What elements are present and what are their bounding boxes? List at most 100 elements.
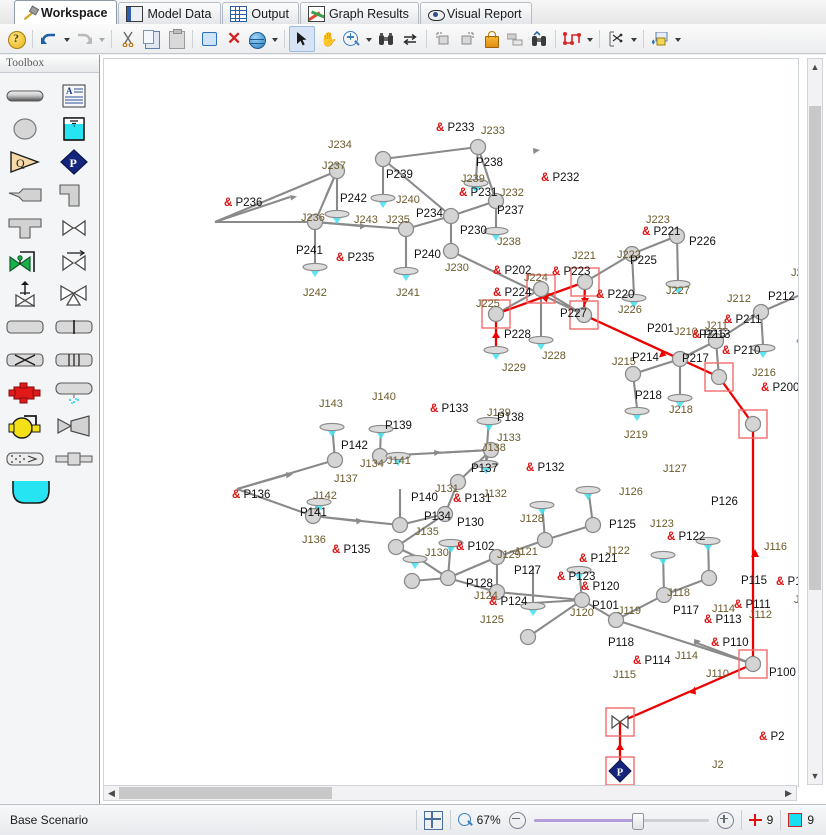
- warning-ampersand-icon: &: [453, 493, 465, 505]
- distribute-dropdown[interactable]: [628, 27, 639, 51]
- horizontal-scrollbar[interactable]: ◀ ▶: [103, 785, 797, 801]
- swap-arrows-icon: [403, 33, 417, 45]
- label-text: P231: [470, 187, 498, 199]
- nozzle-tool[interactable]: [53, 412, 95, 440]
- screen-tool[interactable]: [4, 445, 46, 473]
- zoom-slider[interactable]: [533, 812, 709, 830]
- global-edit-button[interactable]: [245, 27, 269, 51]
- zoom-dropdown[interactable]: [363, 27, 374, 51]
- zoom-in-button[interactable]: [716, 811, 734, 829]
- annotation-dropdown[interactable]: [672, 27, 683, 51]
- reducer-tool[interactable]: [4, 181, 46, 209]
- pipe-label: P234: [416, 208, 443, 220]
- warning-ampersand-icon: &: [722, 345, 734, 357]
- polyline-dropdown[interactable]: [584, 27, 595, 51]
- annotation-button[interactable]: [648, 27, 672, 51]
- assigned-flow-tool[interactable]: Q: [4, 148, 46, 176]
- node-label: J120: [570, 607, 594, 619]
- tab-graph-results[interactable]: Graph Results: [299, 2, 419, 24]
- undo-dropdown[interactable]: [61, 27, 72, 51]
- align-right-button[interactable]: [455, 27, 479, 51]
- bend-tool[interactable]: [53, 181, 95, 209]
- annotation-tool[interactable]: A: [53, 82, 95, 110]
- centrifugal-pump-tool[interactable]: [4, 412, 46, 440]
- paste-button[interactable]: [164, 27, 188, 51]
- copy-button[interactable]: [140, 27, 164, 51]
- reverse-direction-button[interactable]: [398, 27, 422, 51]
- tab-visual-report[interactable]: Visual Report: [419, 2, 532, 24]
- group-find-button[interactable]: [527, 27, 551, 51]
- branch-junction-tool[interactable]: [4, 115, 46, 143]
- pan-tool[interactable]: ✋: [315, 27, 339, 51]
- pipe-label: P139: [385, 420, 412, 432]
- vertical-scrollbar[interactable]: ▲ ▼: [807, 58, 823, 785]
- scroll-down-arrow[interactable]: ▼: [808, 768, 822, 784]
- warning-ampersand-icon: &: [332, 544, 344, 556]
- node-label: J238: [497, 236, 521, 248]
- global-edit-dropdown[interactable]: [269, 27, 280, 51]
- pipe-label: & P102: [456, 541, 494, 553]
- reservoir-tool[interactable]: [10, 478, 52, 506]
- reducer-icon: [8, 187, 42, 202]
- node-label: J122: [606, 545, 630, 557]
- scroll-left-arrow[interactable]: ◀: [105, 786, 118, 800]
- fit-to-window-button[interactable]: [423, 810, 443, 830]
- polyline-button[interactable]: [560, 27, 584, 51]
- select-tool[interactable]: [289, 25, 315, 52]
- scroll-right-arrow[interactable]: ▶: [782, 786, 795, 800]
- general-component-tool[interactable]: [4, 313, 46, 341]
- zoom-out-button[interactable]: [508, 811, 526, 829]
- relief-valve-tool[interactable]: [4, 280, 46, 308]
- static-element-tool[interactable]: [53, 445, 95, 473]
- undo-button[interactable]: [37, 27, 61, 51]
- toolbox-row: A: [0, 79, 99, 112]
- node-label: J143: [319, 398, 343, 410]
- pump-tool[interactable]: [4, 379, 46, 407]
- redo-icon: [75, 33, 93, 45]
- control-valve-tool[interactable]: [4, 247, 46, 275]
- help-button[interactable]: [4, 27, 28, 51]
- align-left-icon: [436, 31, 450, 46]
- node-label: J239: [461, 173, 485, 185]
- toolbar-separator: [111, 29, 112, 48]
- zoom-slider-thumb[interactable]: [631, 813, 644, 830]
- lock-button[interactable]: [479, 27, 503, 51]
- warning-ampersand-icon: &: [633, 655, 645, 667]
- status-separator: [740, 810, 742, 830]
- tank-tool[interactable]: [53, 115, 95, 143]
- find-button[interactable]: [374, 27, 398, 51]
- venturi-tool[interactable]: [4, 346, 46, 374]
- tee-tool[interactable]: [4, 214, 46, 242]
- assigned-pressure-tool[interactable]: P: [53, 148, 95, 176]
- align-left-button[interactable]: [431, 27, 455, 51]
- bring-to-front-button[interactable]: [503, 27, 527, 51]
- tab-output[interactable]: Output: [222, 2, 299, 24]
- error-count: 9: [766, 813, 774, 827]
- pipe-label: & P211: [724, 314, 762, 326]
- special-count-group[interactable]: 9: [788, 813, 814, 827]
- horizontal-scroll-thumb[interactable]: [119, 787, 332, 799]
- scroll-up-arrow[interactable]: ▲: [808, 59, 822, 75]
- pipe-label: P218: [635, 390, 662, 402]
- tab-workspace[interactable]: Workspace: [14, 0, 118, 24]
- tab-model-data[interactable]: Model Data: [118, 2, 222, 24]
- distribute-button[interactable]: [604, 27, 628, 51]
- check-valve-tool[interactable]: [53, 247, 95, 275]
- spray-discharge-tool[interactable]: [53, 379, 95, 407]
- orifice-tool[interactable]: [53, 313, 95, 341]
- pipe-label: P214: [632, 352, 659, 364]
- zoom-tool[interactable]: [339, 27, 363, 51]
- red-x-icon: ✕: [227, 28, 242, 48]
- redo-button[interactable]: [72, 27, 96, 51]
- error-count-group[interactable]: 9: [748, 813, 774, 827]
- pipe-tool[interactable]: [4, 82, 46, 110]
- valve-tool[interactable]: [53, 214, 95, 242]
- heat-exchanger-tool[interactable]: [53, 346, 95, 374]
- network-canvas[interactable]: P & P233 J233 J234 J237 P238 & P232 P239 J239 J2…: [103, 58, 799, 787]
- delete-button[interactable]: ✕: [221, 27, 245, 51]
- redo-dropdown[interactable]: [96, 27, 107, 51]
- vertical-scroll-thumb[interactable]: [809, 106, 821, 590]
- three-way-valve-tool[interactable]: [53, 280, 95, 308]
- cut-button[interactable]: [116, 27, 140, 51]
- duplicate-button[interactable]: [197, 27, 221, 51]
